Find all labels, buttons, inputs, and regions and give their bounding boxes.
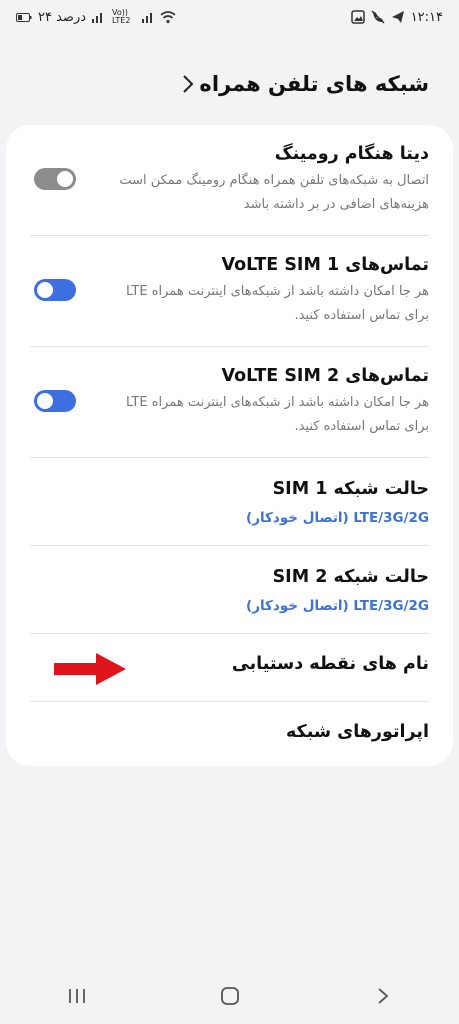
volte-sim2-description: هر جا امکان داشته باشد از شبکه‌های اینتر…: [125, 395, 429, 434]
recent-apps-button[interactable]: [47, 976, 107, 1016]
volte-sim1-toggle[interactable]: [34, 279, 76, 301]
chevron-right-icon: [377, 988, 388, 1004]
red-arrow-icon: [54, 653, 126, 685]
header: شبکه های تلفن همراه: [0, 64, 459, 104]
home-icon: [220, 987, 239, 1005]
divider: [30, 457, 429, 458]
navigation-bar: [0, 968, 459, 1024]
divider: [30, 701, 429, 702]
volte-sim2-title: تماس‌های VoLTE SIM 2: [221, 366, 429, 386]
back-button[interactable]: [177, 69, 199, 99]
divider: [30, 633, 429, 634]
network-mode-sim2-value: LTE/3G/2G (اتصال خودکار): [246, 598, 429, 614]
network-operators-title: اپراتورهای شبکه: [285, 722, 429, 742]
clock: ۱۲:۱۴: [410, 9, 443, 25]
no-call-icon: [371, 10, 385, 24]
toggle-knob: [37, 282, 53, 298]
status-bar: ۲۴ درصد Vo)) LTE2 ۱۲:۱۴: [0, 0, 459, 34]
battery-icon: [16, 12, 32, 22]
chevron-right-icon: [183, 75, 194, 93]
network-mode-sim2-row[interactable]: حالت شبکه SIM 2 LTE/3G/2G (اتصال خودکار): [6, 564, 453, 630]
battery-percentage: ۲۴ درصد: [38, 9, 87, 25]
divider: [30, 545, 429, 546]
volte-sim2-text: تماس‌های VoLTE SIM 2 هر جا امکان داشته ب…: [109, 363, 429, 439]
divider: [30, 346, 429, 347]
toggle-knob: [57, 171, 73, 187]
volte-sim1-description: هر جا امکان داشته باشد از شبکه‌های اینتر…: [125, 284, 429, 323]
signal-icon: [92, 11, 106, 23]
volte-sim2-toggle[interactable]: [34, 390, 76, 412]
volte-sim1-title: تماس‌های VoLTE SIM 1: [221, 255, 429, 275]
network-mode-sim1-title: حالت شبکه SIM 1: [272, 479, 429, 499]
data-roaming-description: اتصال به شبکه‌های تلفن همراه هنگام رومین…: [119, 173, 429, 212]
gallery-icon: [350, 10, 365, 24]
data-roaming-title: دیتا هنگام رومینگ: [274, 144, 429, 164]
volte-sim1-text: تماس‌های VoLTE SIM 1 هر جا امکان داشته ب…: [109, 252, 429, 328]
network-mode-sim2-title: حالت شبکه SIM 2: [272, 567, 429, 587]
status-left: ۲۴ درصد Vo)) LTE2: [16, 9, 176, 25]
data-roaming-toggle[interactable]: [34, 168, 76, 190]
volte-icon: Vo)) LTE2: [112, 8, 131, 25]
divider: [30, 235, 429, 236]
network-mode-sim1-value: LTE/3G/2G (اتصال خودکار): [246, 510, 429, 526]
toggle-knob: [37, 393, 53, 409]
network-mode-sim1-row[interactable]: حالت شبکه SIM 1 LTE/3G/2G (اتصال خودکار): [6, 476, 453, 542]
network-operators-row[interactable]: اپراتورهای شبکه: [6, 719, 453, 763]
home-button[interactable]: [200, 976, 260, 1016]
recent-apps-icon: [68, 989, 85, 1003]
back-nav-button[interactable]: [353, 976, 413, 1016]
signal-2-icon: [142, 11, 154, 23]
page-title: شبکه های تلفن همراه: [199, 72, 429, 96]
wifi-icon: [160, 10, 176, 24]
data-roaming-text: دیتا هنگام رومینگ اتصال به شبکه‌های تلفن…: [109, 141, 429, 217]
messenger-icon: [391, 10, 405, 24]
status-right: ۱۲:۱۴: [350, 9, 443, 25]
